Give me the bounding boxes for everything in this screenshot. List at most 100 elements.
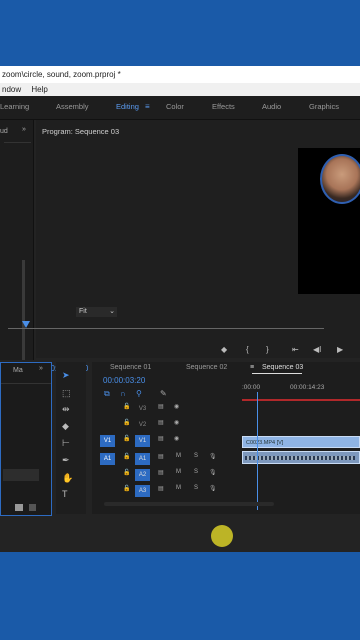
- audio-waveform: [245, 456, 355, 460]
- solo-button[interactable]: S: [194, 453, 198, 459]
- sync-lock-icon[interactable]: ▤: [158, 403, 164, 410]
- audio-clip[interactable]: [242, 451, 360, 464]
- panel-divider: [1, 383, 51, 384]
- lock-icon[interactable]: 🔓: [123, 419, 130, 426]
- play-button[interactable]: ▶: [337, 345, 343, 354]
- horizontal-scrollbar[interactable]: [104, 502, 274, 506]
- video-clip[interactable]: C0023.MP4 [V]: [242, 436, 360, 448]
- lock-icon[interactable]: 🔓: [123, 435, 130, 442]
- workspace-learning[interactable]: Learning: [0, 102, 29, 111]
- track-name[interactable]: A2: [135, 469, 150, 481]
- menu-bar: ndow Help: [0, 83, 360, 96]
- add-marker-button[interactable]: ◆: [221, 345, 227, 354]
- program-playhead[interactable]: [22, 321, 30, 328]
- menu-window[interactable]: ndow: [2, 85, 21, 94]
- selection-tool-icon[interactable]: ➤: [62, 370, 70, 381]
- mute-button[interactable]: M: [176, 469, 181, 475]
- lock-icon[interactable]: 🔓: [123, 403, 130, 410]
- active-tab-underline: [252, 373, 302, 374]
- sync-lock-icon[interactable]: ▤: [158, 485, 164, 492]
- menu-help[interactable]: Help: [31, 85, 47, 94]
- track-name[interactable]: V2: [135, 419, 150, 431]
- source-patch-v1[interactable]: V1: [100, 435, 115, 447]
- go-to-in-button[interactable]: ⇤: [292, 345, 299, 354]
- timeline-panel: Sequence 01 Sequence 02 ≡ Sequence 03 00…: [92, 362, 360, 547]
- workspace-audio[interactable]: Audio: [262, 102, 281, 111]
- fit-value: Fit: [79, 308, 87, 315]
- project-panel-tab[interactable]: Ma: [13, 367, 23, 374]
- work-area-bar[interactable]: [242, 399, 360, 401]
- left-panel-tab[interactable]: ud: [0, 128, 8, 135]
- source-patch-a1[interactable]: A1: [100, 453, 115, 465]
- window-title: zoom\circle, sound, zoom.prproj *: [0, 66, 360, 83]
- eye-icon[interactable]: ◉: [174, 419, 179, 426]
- workspace-bar: Learning Assembly Editing ≡ Color Effect…: [0, 96, 360, 120]
- video-frame: [298, 148, 360, 294]
- microphone-icon[interactable]: 🎙: [209, 485, 217, 492]
- track-name[interactable]: V3: [135, 403, 150, 415]
- program-scrubber[interactable]: [8, 328, 324, 329]
- track-name[interactable]: A1: [135, 453, 150, 465]
- folder-icon[interactable]: [15, 504, 23, 511]
- slip-tool-icon[interactable]: ⊢: [62, 438, 70, 449]
- tab-sequence-03[interactable]: Sequence 03: [262, 364, 303, 371]
- eye-icon[interactable]: ◉: [174, 435, 179, 442]
- track-name[interactable]: A3: [135, 485, 150, 497]
- project-panel: Ma »: [0, 362, 52, 516]
- workspace-assembly[interactable]: Assembly: [56, 102, 89, 111]
- fit-dropdown[interactable]: Fit ⌄: [76, 307, 117, 317]
- sync-lock-icon[interactable]: ▤: [158, 453, 164, 460]
- snap-icon[interactable]: ∩: [120, 389, 126, 398]
- tab-sequence-01[interactable]: Sequence 01: [110, 364, 151, 371]
- eye-icon[interactable]: ◉: [174, 403, 179, 410]
- sync-lock-icon[interactable]: ▤: [158, 419, 164, 426]
- track-select-tool-icon[interactable]: ⬚: [62, 388, 71, 399]
- delete-icon[interactable]: [29, 504, 36, 511]
- workspace-color[interactable]: Color: [166, 102, 184, 111]
- mute-button[interactable]: M: [176, 485, 181, 491]
- nest-icon[interactable]: ⧉: [104, 389, 110, 398]
- step-back-button[interactable]: ◀I: [313, 345, 321, 354]
- ripple-edit-tool-icon[interactable]: ⇹: [62, 404, 70, 415]
- type-tool-icon[interactable]: T: [62, 489, 68, 499]
- microphone-icon[interactable]: 🎙: [209, 453, 217, 460]
- tools-panel: ➤ ⬚ ⇹ ◆ ⊢ ✒ ✋ T: [56, 362, 86, 514]
- timeline-timecode[interactable]: 00:00:03:20: [103, 376, 145, 385]
- track-v2: 🔓 V2 ▤ ◉: [92, 418, 242, 432]
- hand-tool-icon[interactable]: ✋: [62, 473, 73, 484]
- expand-panels-icon[interactable]: »: [39, 365, 43, 372]
- mark-in-button[interactable]: {: [246, 345, 249, 354]
- scrollbar[interactable]: [22, 260, 25, 360]
- timeline-playhead[interactable]: [257, 392, 258, 510]
- solo-button[interactable]: S: [194, 469, 198, 475]
- lock-icon[interactable]: 🔓: [123, 485, 130, 492]
- track-name[interactable]: V1: [135, 435, 150, 447]
- timeline-controls: ⧉ ∩ ⚲ ✎: [104, 389, 167, 399]
- lock-icon[interactable]: 🔓: [123, 469, 130, 476]
- panel-divider: [4, 142, 31, 143]
- ruler-start-label: :00:00: [242, 384, 261, 391]
- workspace-editing[interactable]: Editing: [116, 102, 139, 111]
- workspace-graphics[interactable]: Graphics: [309, 102, 339, 111]
- premiere-window: zoom\circle, sound, zoom.prproj * ndow H…: [0, 66, 360, 552]
- wrench-icon[interactable]: ✎: [160, 389, 167, 398]
- expand-panels-icon[interactable]: »: [22, 126, 26, 133]
- tab-sequence-02[interactable]: Sequence 02: [186, 364, 227, 371]
- razor-tool-icon[interactable]: ◆: [62, 421, 69, 432]
- track-v3: 🔓 V3 ▤ ◉: [92, 402, 242, 416]
- microphone-icon[interactable]: 🎙: [209, 469, 217, 476]
- linked-selection-icon[interactable]: ⚲: [136, 389, 142, 398]
- workspace-menu-icon[interactable]: ≡: [145, 102, 150, 111]
- sequence-menu-icon[interactable]: ≡: [250, 364, 254, 371]
- selected-item[interactable]: [3, 469, 39, 481]
- program-monitor-title[interactable]: Program: Sequence 03: [42, 127, 119, 136]
- pen-tool-icon[interactable]: ✒: [62, 455, 70, 466]
- time-ruler[interactable]: :00:00 00:00:14:23: [242, 384, 360, 396]
- lock-icon[interactable]: 🔓: [123, 453, 130, 460]
- mute-button[interactable]: M: [176, 453, 181, 459]
- mark-out-button[interactable]: }: [266, 345, 269, 354]
- workspace-effects[interactable]: Effects: [212, 102, 235, 111]
- sync-lock-icon[interactable]: ▤: [158, 435, 164, 442]
- sync-lock-icon[interactable]: ▤: [158, 469, 164, 476]
- solo-button[interactable]: S: [194, 485, 198, 491]
